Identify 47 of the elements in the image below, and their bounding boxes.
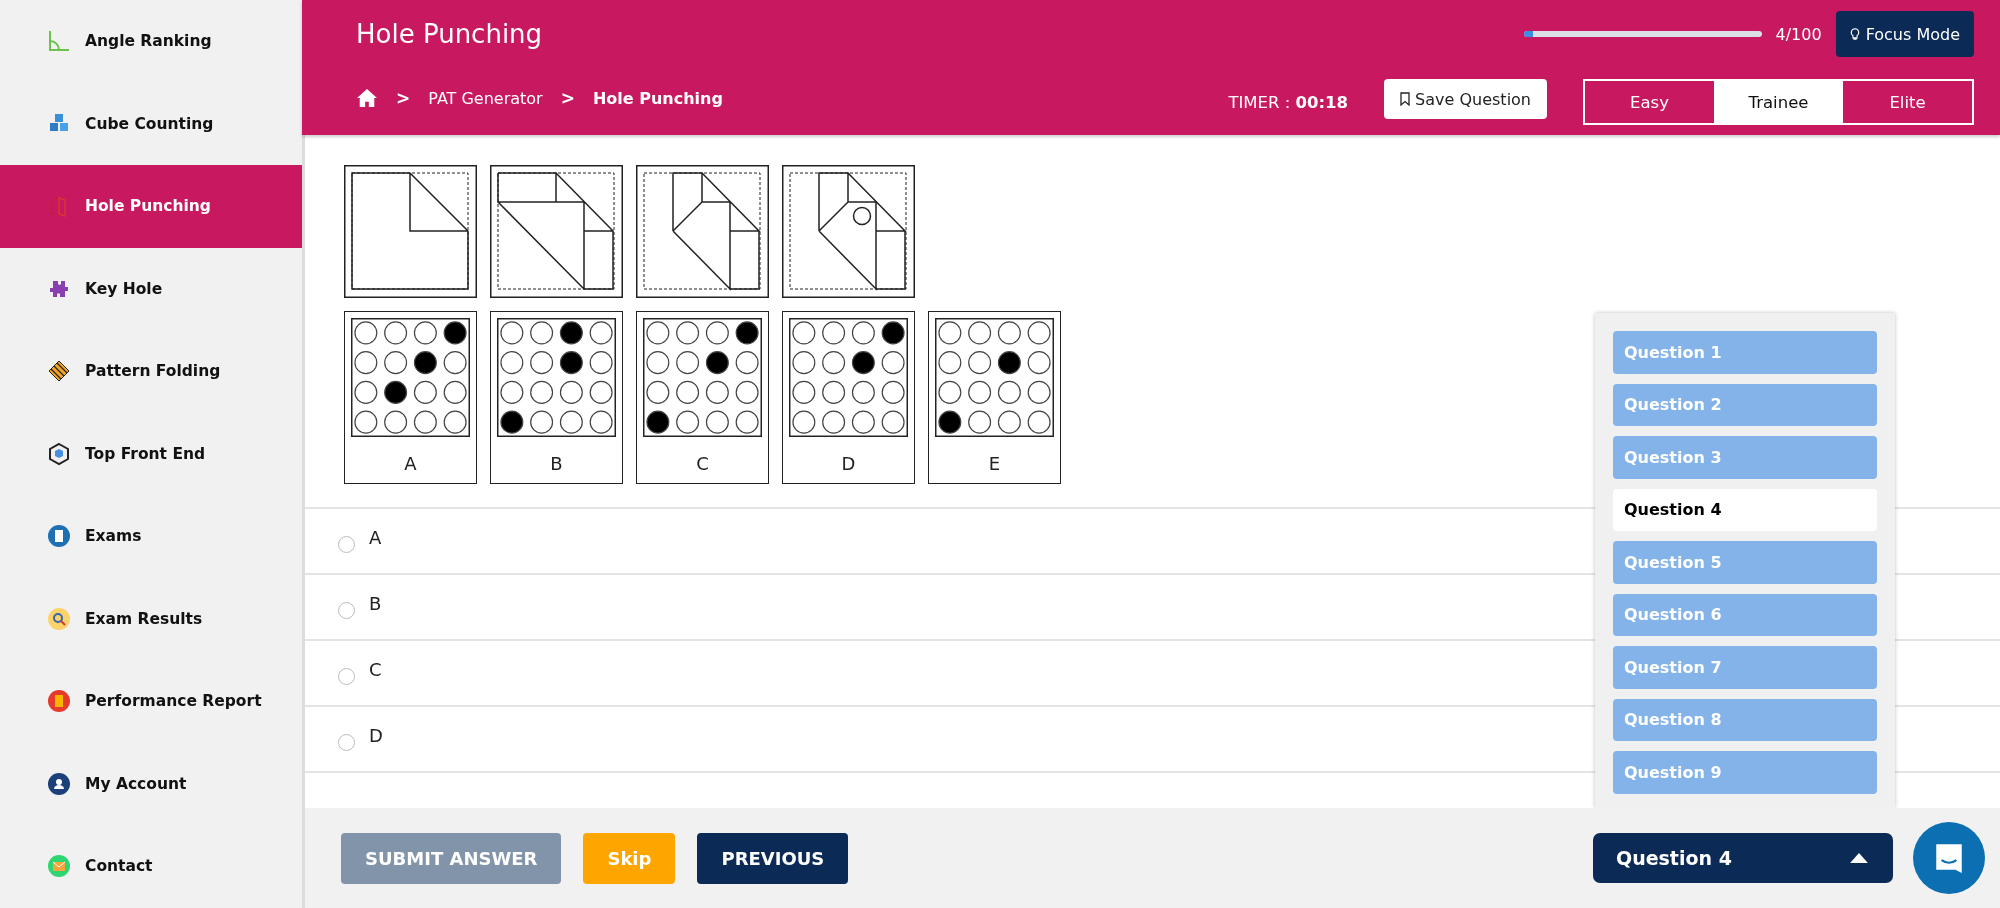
bookmark-icon [1400,92,1411,106]
sidebar-item[interactable]: Top Front End [0,412,302,495]
lightbulb-icon [1849,26,1860,42]
sidebar-item[interactable]: Performance Report [0,660,302,743]
sidebar-item[interactable]: Hole Punching [0,165,302,248]
answer-label: E [988,453,1001,474]
timer: TIMER : 00:18 [1228,93,1349,112]
cube-icon [47,441,71,466]
sidebar-item[interactable]: Cube Counting [0,82,302,165]
answer-label: C [696,453,709,474]
sidebar-item[interactable]: Exam Results [0,577,302,660]
book-icon [47,689,71,714]
focus-mode-button[interactable]: Focus Mode [1835,11,1974,57]
breadcrumb-separator: > [395,88,412,108]
difficulty-tab[interactable]: Easy [1585,81,1714,123]
home-icon[interactable] [356,88,378,108]
magnifier-icon [47,606,71,631]
option-label: B [369,592,382,614]
user-icon [47,771,71,796]
sidebar-item[interactable]: Exams [0,495,302,578]
breadcrumb-separator: > [559,88,576,108]
answer-label: D [841,453,856,474]
clipboard-icon [47,524,71,549]
option-label: C [369,658,382,680]
answer-label: A [404,453,417,474]
stripes-icon [47,359,71,384]
sidebar-item[interactable]: My Account [0,742,302,825]
difficulty-tab[interactable]: Trainee [1714,81,1843,123]
previous-button[interactable]: PREVIOUS [697,832,849,884]
angle-icon [47,29,71,54]
sidebar-item[interactable]: Contact [0,825,302,908]
envelope-icon [47,854,71,879]
breadcrumb-link[interactable]: PAT Generator [428,88,543,108]
sidebar-item[interactable]: Key Hole [0,247,302,330]
page-title: Hole Punching [356,19,543,49]
sidebar-item[interactable]: Pattern Folding [0,330,302,413]
sidebar-item[interactable]: Angle Ranking [0,0,302,83]
question-list-item[interactable]: Question 4 [1613,488,1877,531]
progress-count: 4/100 [1775,24,1822,44]
caret-icon [1850,853,1868,863]
difficulty-tab[interactable]: Elite [1843,81,1972,123]
answer-label: B [550,453,563,474]
question-picker[interactable]: Question 4 [1593,833,1893,883]
option-label: D [369,724,383,746]
option-label: A [369,526,382,548]
breadcrumb-current: Hole Punching [592,88,723,108]
save-question-button[interactable]: Save Question [1384,79,1547,119]
